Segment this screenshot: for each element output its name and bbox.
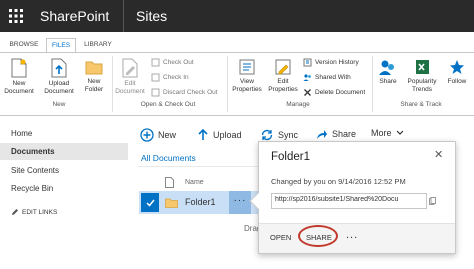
group-separator	[227, 56, 228, 112]
new-document-label: New Document	[4, 80, 34, 95]
brand-title[interactable]: SharePoint	[40, 8, 109, 24]
new-command[interactable]: New	[140, 128, 176, 142]
more-command[interactable]: More	[371, 128, 404, 138]
tab-library[interactable]: LIBRARY	[80, 38, 116, 52]
view-properties-icon	[239, 59, 255, 75]
upload-command-label: Upload	[213, 130, 242, 140]
share-command[interactable]: Share	[316, 128, 356, 140]
nav-item-recycle-bin[interactable]: Recycle Bin	[11, 184, 53, 193]
discard-check-out-button[interactable]: Discard Check Out	[151, 87, 218, 98]
new-document-button[interactable]: New Document	[2, 58, 36, 96]
popularity-trends-icon	[416, 60, 429, 74]
view-properties-button[interactable]: View Properties	[229, 58, 265, 94]
row-checkbox[interactable]	[141, 193, 159, 212]
edit-document-icon	[122, 58, 138, 78]
column-header-name[interactable]: Name	[185, 179, 204, 186]
view-all-documents[interactable]: All Documents	[141, 153, 196, 163]
nav-item-site-contents[interactable]: Site Contents	[11, 166, 59, 175]
follow-icon	[450, 60, 464, 74]
version-history-button[interactable]: Version History	[303, 57, 359, 68]
version-history-label: Version History	[315, 59, 359, 66]
delete-icon	[304, 89, 311, 96]
share-icon	[379, 60, 394, 75]
new-command-label: New	[158, 130, 177, 140]
popularity-trends-button[interactable]: Popularity Trends	[402, 58, 442, 94]
callout-title: Folder1	[271, 151, 310, 163]
callout-url-text[interactable]: http://sp2016/subsite1/Shared%20Docu	[275, 196, 421, 203]
new-folder-icon	[85, 61, 103, 75]
callout-open-button[interactable]: OPEN	[270, 233, 291, 242]
folder-icon	[165, 198, 178, 208]
list-divider	[138, 166, 258, 167]
group-label-open-checkout: Open & Check Out	[140, 101, 196, 108]
nav-item-documents[interactable]: Documents	[11, 147, 55, 156]
callout-more-button[interactable]: ...	[346, 229, 358, 241]
delete-document-label: Delete Document	[315, 89, 366, 96]
discard-check-out-label: Discard Check Out	[163, 89, 218, 96]
shared-with-label: Shared With	[315, 74, 351, 81]
new-folder-button[interactable]: New Folder	[80, 58, 108, 94]
shared-with-icon	[303, 74, 311, 81]
nav-item-home[interactable]: Home	[11, 129, 32, 138]
close-icon[interactable]: ✕	[434, 148, 443, 161]
upload-document-icon	[51, 58, 67, 78]
waffle-icon[interactable]	[0, 0, 32, 32]
shared-with-button[interactable]: Shared With	[303, 72, 351, 83]
new-folder-label: New Folder	[84, 78, 104, 93]
version-history-icon	[303, 58, 312, 67]
sites-link[interactable]: Sites	[136, 8, 167, 24]
plus-circle-icon	[140, 128, 154, 142]
sync-command[interactable]: Sync	[260, 128, 298, 142]
edit-properties-icon	[275, 59, 291, 75]
sync-command-label: Sync	[278, 130, 299, 140]
edit-properties-label: Edit Properties	[268, 78, 298, 93]
tab-browse[interactable]: BROWSE	[6, 38, 42, 52]
check-out-button[interactable]: Check Out	[151, 57, 194, 68]
document-icon	[165, 177, 174, 188]
group-separator	[372, 56, 373, 112]
check-out-label: Check Out	[163, 59, 194, 66]
tab-files[interactable]: FILES	[46, 38, 76, 52]
share-arrow-icon	[317, 130, 327, 139]
edit-properties-button[interactable]: Edit Properties	[265, 58, 301, 94]
group-label-share-track: Share & Track	[400, 101, 442, 108]
edit-links-label: EDIT LINKS	[22, 208, 58, 216]
checkmark-icon	[145, 199, 155, 207]
view-properties-label: View Properties	[232, 78, 262, 93]
popularity-trends-label: Popularity Trends	[407, 78, 437, 93]
new-document-icon	[11, 58, 27, 78]
upload-document-button[interactable]: Upload Document	[42, 58, 76, 96]
chevron-down-icon	[396, 130, 403, 135]
edit-document-label: Edit Document	[115, 80, 145, 95]
check-out-icon	[151, 58, 160, 67]
upload-document-label: Upload Document	[44, 80, 74, 95]
group-label-new: New	[52, 101, 66, 108]
copy-icon[interactable]	[429, 197, 436, 205]
share-label: Share	[379, 78, 397, 85]
edit-document-button[interactable]: Edit Document	[114, 58, 146, 96]
upload-arrow-icon	[198, 128, 208, 140]
pencil-icon	[12, 209, 18, 215]
row-name-link[interactable]: Folder1	[185, 197, 216, 207]
follow-button[interactable]: Follow	[443, 58, 471, 86]
check-in-button[interactable]: Check In	[151, 72, 189, 83]
upload-command[interactable]: Upload	[197, 128, 242, 142]
discard-check-out-icon	[151, 88, 160, 97]
check-in-icon	[151, 73, 160, 82]
share-command-label: Share	[332, 129, 357, 139]
share-button[interactable]: Share	[375, 58, 401, 86]
edit-links-button[interactable]: EDIT LINKS	[11, 208, 57, 216]
group-label-manage: Manage	[286, 101, 310, 108]
sync-icon	[261, 129, 273, 141]
suite-divider	[123, 0, 124, 32]
callout-changed-text: Changed by you on 9/14/2016 12:52 PM	[271, 177, 406, 186]
check-in-label: Check In	[163, 74, 189, 81]
follow-label: Follow	[447, 78, 467, 85]
row-ellipsis-button[interactable]: ···	[229, 191, 251, 214]
delete-document-button[interactable]: Delete Document	[303, 87, 365, 98]
callout-share-button[interactable]: SHARE	[306, 233, 332, 242]
more-command-label: More	[371, 128, 392, 138]
group-separator	[112, 56, 113, 112]
